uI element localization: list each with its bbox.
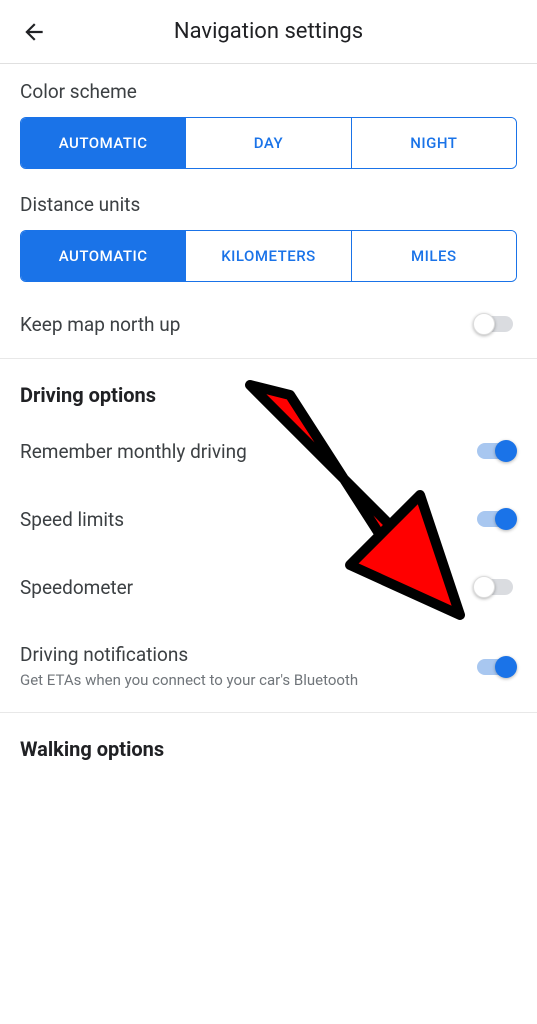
color-scheme-section: Color scheme AUTOMATIC DAY NIGHT — [0, 64, 537, 177]
speed-limits-label: Speed limits — [20, 508, 124, 531]
app-header: Navigation settings — [0, 0, 537, 64]
driving-notifications-row[interactable]: Driving notifications Get ETAs when you … — [0, 621, 537, 712]
driving-notifications-text: Driving notifications Get ETAs when you … — [20, 643, 358, 690]
driving-options-header: Driving options — [0, 359, 537, 417]
content: Color scheme AUTOMATIC DAY NIGHT Distanc… — [0, 64, 537, 771]
remember-driving-row[interactable]: Remember monthly driving — [0, 417, 537, 485]
speed-limits-row[interactable]: Speed limits — [0, 485, 537, 553]
walking-options-header: Walking options — [0, 713, 537, 771]
speedometer-row[interactable]: Speedometer — [0, 553, 537, 621]
distance-units-miles[interactable]: MILES — [352, 231, 516, 281]
speedometer-label: Speedometer — [20, 576, 133, 599]
distance-units-automatic[interactable]: AUTOMATIC — [21, 231, 186, 281]
keep-north-switch[interactable] — [473, 312, 517, 336]
keep-north-label: Keep map north up — [20, 313, 180, 336]
speed-limits-switch[interactable] — [473, 507, 517, 531]
driving-notifications-switch[interactable] — [473, 655, 517, 679]
color-scheme-automatic[interactable]: AUTOMATIC — [21, 118, 186, 168]
keep-north-row[interactable]: Keep map north up — [0, 290, 537, 358]
color-scheme-night[interactable]: NIGHT — [352, 118, 516, 168]
driving-notifications-sub: Get ETAs when you connect to your car's … — [20, 670, 358, 690]
distance-units-section: Distance units AUTOMATIC KILOMETERS MILE… — [0, 177, 537, 290]
distance-units-kilometers[interactable]: KILOMETERS — [186, 231, 351, 281]
remember-driving-switch[interactable] — [473, 439, 517, 463]
color-scheme-label: Color scheme — [20, 80, 517, 103]
speedometer-switch[interactable] — [473, 575, 517, 599]
remember-driving-label: Remember monthly driving — [20, 440, 247, 463]
page-title: Navigation settings — [52, 19, 485, 44]
distance-units-group: AUTOMATIC KILOMETERS MILES — [20, 230, 517, 282]
color-scheme-group: AUTOMATIC DAY NIGHT — [20, 117, 517, 169]
back-arrow-icon — [21, 19, 47, 45]
distance-units-label: Distance units — [20, 193, 517, 216]
back-button[interactable] — [16, 14, 52, 50]
color-scheme-day[interactable]: DAY — [186, 118, 351, 168]
driving-notifications-label: Driving notifications — [20, 643, 358, 666]
